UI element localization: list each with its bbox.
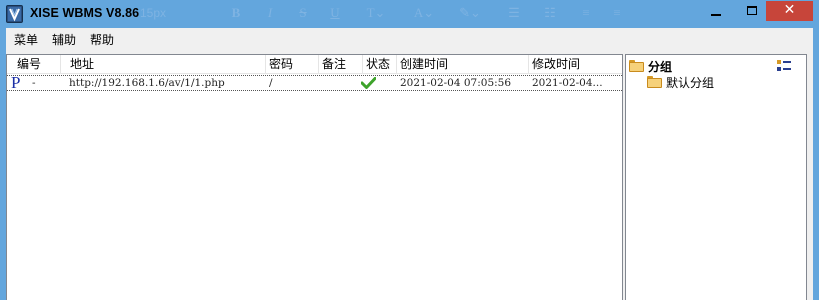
folder-icon (647, 76, 662, 88)
col-header-modified[interactable]: 修改时间 (529, 55, 621, 74)
php-type-icon: P (11, 73, 21, 92)
minimize-button[interactable] (694, 1, 739, 21)
faded-format-toolbar: 15px B I S U T⌄ A⌄ ✎⌄ ☰ ☷ ≡ ≡ (140, 3, 628, 23)
list-header: 编号 地址 密码 备注 状态 创建时间 修改时间 (7, 55, 622, 74)
col-header-password[interactable]: 密码 (266, 55, 319, 74)
shell-list[interactable]: 编号 地址 密码 备注 状态 创建时间 修改时间 P - http://192.… (6, 54, 623, 300)
underline-icon: U (330, 5, 340, 20)
window-title: XISE WBMS V8.86 (30, 6, 140, 20)
row-created: 2021-02-04 07:05:56 (400, 77, 512, 89)
checkmark-icon (361, 77, 381, 92)
col-header-created[interactable]: 创建时间 (397, 55, 529, 74)
app-logo-icon (6, 5, 23, 23)
row-id: - (32, 77, 36, 89)
list-view-icon[interactable] (777, 60, 791, 72)
font-size-field: 15px (140, 6, 167, 20)
align-center-icon: ≡ (613, 5, 621, 20)
italic-icon: I (267, 5, 273, 20)
group-tree[interactable]: 分组 默认分组 (625, 54, 807, 300)
folder-icon (629, 60, 644, 72)
tree-node-root[interactable]: 分组 (629, 58, 672, 74)
minimize-icon (711, 14, 721, 16)
menu-assist[interactable]: 辅助 (45, 29, 83, 51)
tree-child-label: 默认分组 (666, 75, 715, 90)
maximize-icon (747, 6, 757, 15)
font-color-icon: A⌄ (413, 5, 435, 20)
row-address: http://192.168.1.6/av/1/1.php (69, 77, 225, 89)
maximize-button[interactable] (739, 1, 766, 21)
col-header-address[interactable]: 地址 (67, 55, 266, 74)
row-modified: 2021-02-04... (532, 77, 603, 89)
row-note (322, 76, 362, 91)
close-icon: ✕ (783, 2, 796, 18)
title-bar: XISE WBMS V8.86 15px B I S U T⌄ A⌄ ✎⌄ ☰ … (0, 0, 819, 28)
numbered-list-icon: ☷ (544, 5, 556, 20)
bullet-list-icon: ☰ (508, 5, 520, 20)
col-header-id[interactable]: 编号 (14, 55, 61, 74)
strikethrough-icon: S (299, 5, 307, 20)
col-header-note[interactable]: 备注 (319, 55, 363, 74)
frame-edge (807, 52, 813, 300)
menu-help[interactable]: 帮助 (83, 29, 121, 51)
menu-bar: 菜单 辅助 帮助 (6, 28, 813, 52)
table-row[interactable]: P - http://192.168.1.6/av/1/1.php / 2021… (7, 73, 622, 92)
text-style-icon: T⌄ (366, 5, 386, 20)
menu-main[interactable]: 菜单 (7, 29, 45, 51)
col-header-status[interactable]: 状态 (363, 55, 397, 74)
align-left-icon: ≡ (582, 5, 590, 20)
close-button[interactable]: ✕ (766, 1, 813, 21)
highlight-icon: ✎⌄ (459, 5, 481, 20)
bold-icon: B (231, 5, 241, 20)
row-password: / (269, 77, 273, 89)
tree-node-default[interactable]: 默认分组 (647, 74, 714, 90)
tree-root-label: 分组 (648, 59, 673, 74)
